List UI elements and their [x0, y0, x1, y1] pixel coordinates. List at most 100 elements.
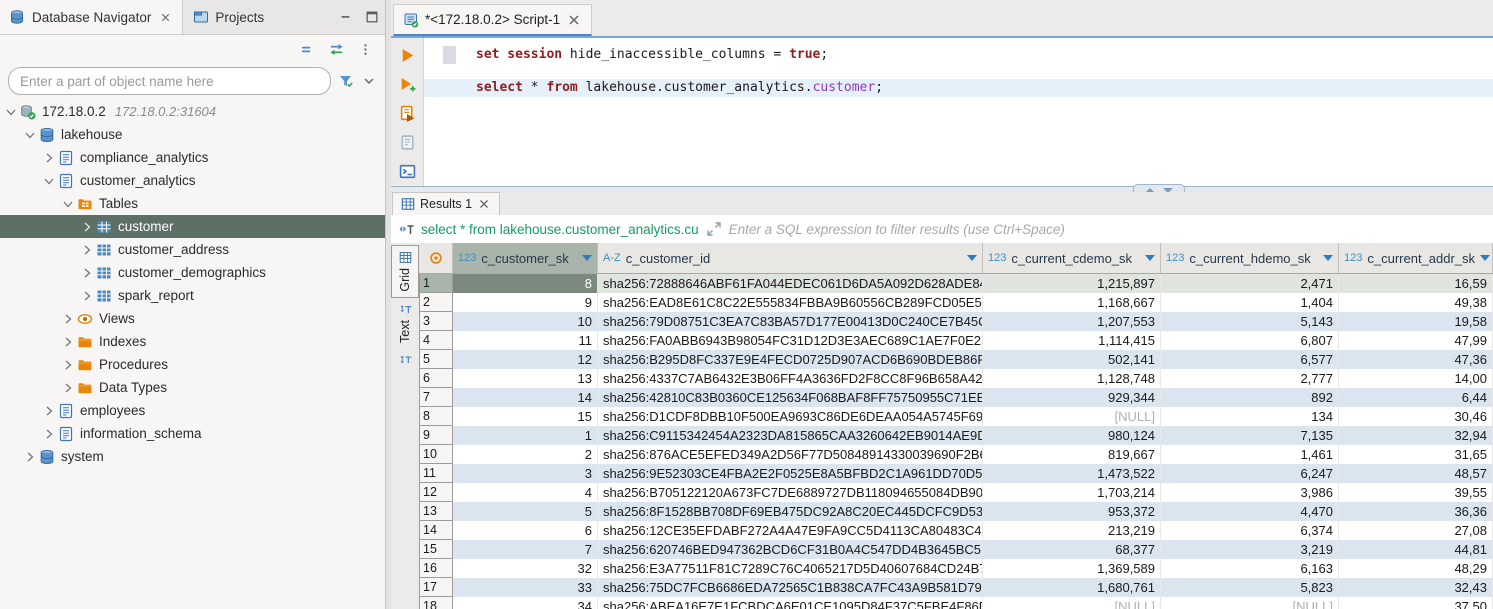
object-search-input[interactable] — [8, 67, 331, 95]
results-filter-bar[interactable]: select * from lakehouse.customer_analyti… — [391, 215, 1493, 244]
row-number[interactable]: 18 — [419, 597, 453, 609]
cell-c_customer_sk[interactable]: 1 — [453, 426, 598, 445]
row-number[interactable]: 17 — [419, 578, 453, 597]
cell-c_customer_sk[interactable]: 12 — [453, 350, 598, 369]
cell-c_current_addr_sk[interactable]: 39,55 — [1339, 483, 1493, 502]
tab-grid-presentation[interactable]: Grid — [391, 245, 419, 298]
cell-c_current_hdemo_sk[interactable]: 4,470 — [1161, 502, 1339, 521]
chevron-right-icon[interactable] — [41, 150, 57, 166]
cell-c_current_cdemo_sk[interactable]: 68,377 — [983, 540, 1161, 559]
cell-c_current_hdemo_sk[interactable]: 6,163 — [1161, 559, 1339, 578]
row-number[interactable]: 11 — [419, 464, 453, 483]
tree-item-employees[interactable]: employees — [0, 399, 385, 422]
cell-c_customer_sk[interactable]: 11 — [453, 331, 598, 350]
cell-c_customer_id[interactable]: sha256:620746BED947362BCD6CF31B0A4C547DD… — [598, 540, 983, 559]
view-menu-icon[interactable] — [358, 42, 373, 57]
cell-c_current_addr_sk[interactable]: 48,29 — [1339, 559, 1493, 578]
explain-plan-icon[interactable] — [399, 134, 416, 151]
tab-sql-script[interactable]: *<172.18.0.2> Script-1 — [393, 4, 592, 36]
cell-c_customer_sk[interactable]: 14 — [453, 388, 598, 407]
cell-c_current_addr_sk[interactable]: 19,58 — [1339, 312, 1493, 331]
column-header-c_current_addr_sk[interactable]: 123c_current_addr_sk — [1339, 243, 1493, 273]
column-dropdown-icon[interactable] — [1480, 255, 1490, 261]
cell-c_current_cdemo_sk[interactable]: 502,141 — [983, 350, 1161, 369]
cell-c_current_hdemo_sk[interactable]: 3,986 — [1161, 483, 1339, 502]
tree-item-customer[interactable]: customer — [0, 215, 385, 238]
cell-c_customer_sk[interactable]: 33 — [453, 578, 598, 597]
cell-c_current_hdemo_sk[interactable]: 7,135 — [1161, 426, 1339, 445]
cell-c_customer_id[interactable]: sha256:B705122120A673FC7DE6889727DB11809… — [598, 483, 983, 502]
cell-c_current_addr_sk[interactable]: 48,57 — [1339, 464, 1493, 483]
row-number[interactable]: 7 — [419, 388, 453, 407]
cell-c_current_cdemo_sk[interactable]: 1,168,667 — [983, 293, 1161, 312]
cell-c_current_cdemo_sk[interactable]: 1,114,415 — [983, 331, 1161, 350]
cell-c_current_addr_sk[interactable]: 47,99 — [1339, 331, 1493, 350]
column-dropdown-icon[interactable] — [967, 255, 977, 261]
row-number[interactable]: 10 — [419, 445, 453, 464]
cell-c_current_hdemo_sk[interactable]: 3,219 — [1161, 540, 1339, 559]
cell-c_current_cdemo_sk[interactable]: 1,128,748 — [983, 369, 1161, 388]
chevron-right-icon[interactable] — [79, 288, 95, 304]
column-header-c_customer_sk[interactable]: 123c_customer_sk — [453, 243, 598, 273]
tree-item-lakehouse[interactable]: lakehouse — [0, 123, 385, 146]
row-number[interactable]: 13 — [419, 502, 453, 521]
cell-c_current_hdemo_sk[interactable]: 5,823 — [1161, 578, 1339, 597]
maximize-icon[interactable] — [365, 10, 379, 24]
cell-c_customer_sk[interactable]: 32 — [453, 559, 598, 578]
minimize-icon[interactable] — [339, 10, 353, 24]
cell-c_customer_id[interactable]: sha256:75DC7FCB6686EDA72565C1B838CA7FC43… — [598, 578, 983, 597]
row-number[interactable]: 2 — [419, 293, 453, 312]
cell-c_customer_sk[interactable]: 8 — [453, 274, 598, 293]
tree-item-customer-address[interactable]: customer_address — [0, 238, 385, 261]
cell-c_current_addr_sk[interactable]: 16,59 — [1339, 274, 1493, 293]
cell-c_current_hdemo_sk[interactable]: 6,577 — [1161, 350, 1339, 369]
chevron-down-icon[interactable] — [22, 127, 38, 143]
cell-c_current_cdemo_sk[interactable]: 1,703,214 — [983, 483, 1161, 502]
tree-item-system[interactable]: system — [0, 445, 385, 468]
cell-c_customer_id[interactable]: sha256:EAD8E61C8C22E555834FBBA9B60556CB2… — [598, 293, 983, 312]
cell-c_customer_sk[interactable]: 7 — [453, 540, 598, 559]
cell-c_customer_sk[interactable]: 5 — [453, 502, 598, 521]
cell-c_current_addr_sk[interactable]: 44,81 — [1339, 540, 1493, 559]
execute-statement-icon[interactable] — [399, 47, 416, 64]
close-icon[interactable] — [566, 12, 582, 28]
row-number[interactable]: 1 — [419, 274, 453, 293]
cell-c_customer_sk[interactable]: 3 — [453, 464, 598, 483]
cell-c_customer_id[interactable]: sha256:42810C83B0360CE125634F068BAF8FF75… — [598, 388, 983, 407]
cell-c_current_addr_sk[interactable]: 32,43 — [1339, 578, 1493, 597]
cell-c_customer_sk[interactable]: 4 — [453, 483, 598, 502]
tree-item-customer-analytics[interactable]: customer_analytics — [0, 169, 385, 192]
grid-corner-cell[interactable] — [419, 243, 453, 273]
tree-item-spark-report[interactable]: spark_report — [0, 284, 385, 307]
row-number[interactable]: 16 — [419, 559, 453, 578]
chevron-right-icon[interactable] — [60, 334, 76, 350]
cell-c_customer_id[interactable]: sha256:12CE35EFDABF272A4A47E9FA9CC5D4113… — [598, 521, 983, 540]
cell-c_current_cdemo_sk[interactable]: 1,369,589 — [983, 559, 1161, 578]
chevron-right-icon[interactable] — [79, 219, 95, 235]
cell-c_customer_sk[interactable]: 34 — [453, 597, 598, 609]
column-header-c_current_hdemo_sk[interactable]: 123c_current_hdemo_sk — [1161, 243, 1339, 273]
cell-c_current_cdemo_sk[interactable]: 953,372 — [983, 502, 1161, 521]
cell-c_current_addr_sk[interactable]: 6,44 — [1339, 388, 1493, 407]
value-panel-toggle[interactable] — [392, 348, 418, 371]
cell-c_customer_id[interactable]: sha256:9E52303CE4FBA2E2F0525E8A5BFBD2C1A… — [598, 464, 983, 483]
cell-c_customer_id[interactable]: sha256:ABEA16E7E1FCBDCA6E01CE1095D84F37C… — [598, 597, 983, 609]
cell-c_customer_id[interactable]: sha256:876ACE5EFED349A2D56F77D5084891433… — [598, 445, 983, 464]
cell-c_current_cdemo_sk[interactable]: 1,207,553 — [983, 312, 1161, 331]
cell-c_customer_id[interactable]: sha256:4337C7AB6432E3B06FF4A3636FD2F8CC8… — [598, 369, 983, 388]
cell-c_customer_id[interactable]: sha256:72888646ABF61FA044EDEC061D6DA5A09… — [598, 274, 983, 293]
cell-c_customer_sk[interactable]: 13 — [453, 369, 598, 388]
code-line[interactable]: select * from lakehouse.customer_analyti… — [424, 79, 1493, 97]
cell-c_customer_sk[interactable]: 2 — [453, 445, 598, 464]
tree-item-procedures[interactable]: Procedures — [0, 353, 385, 376]
cell-c_current_hdemo_sk[interactable]: 6,374 — [1161, 521, 1339, 540]
tab-database-navigator[interactable]: Database Navigator — [0, 0, 183, 34]
cell-c_current_addr_sk[interactable]: 37,50 — [1339, 597, 1493, 609]
cell-c_customer_id[interactable]: sha256:E3A77511F81C7289C76C4065217D5D406… — [598, 559, 983, 578]
chevron-right-icon[interactable] — [60, 357, 76, 373]
cell-c_current_hdemo_sk[interactable]: 892 — [1161, 388, 1339, 407]
row-number[interactable]: 9 — [419, 426, 453, 445]
filter-funnel-icon[interactable] — [338, 73, 354, 89]
tree-item-tables[interactable]: Tables — [0, 192, 385, 215]
cell-c_customer_id[interactable]: sha256:B295D8FC337E9E4FECD0725D907ACD6B6… — [598, 350, 983, 369]
